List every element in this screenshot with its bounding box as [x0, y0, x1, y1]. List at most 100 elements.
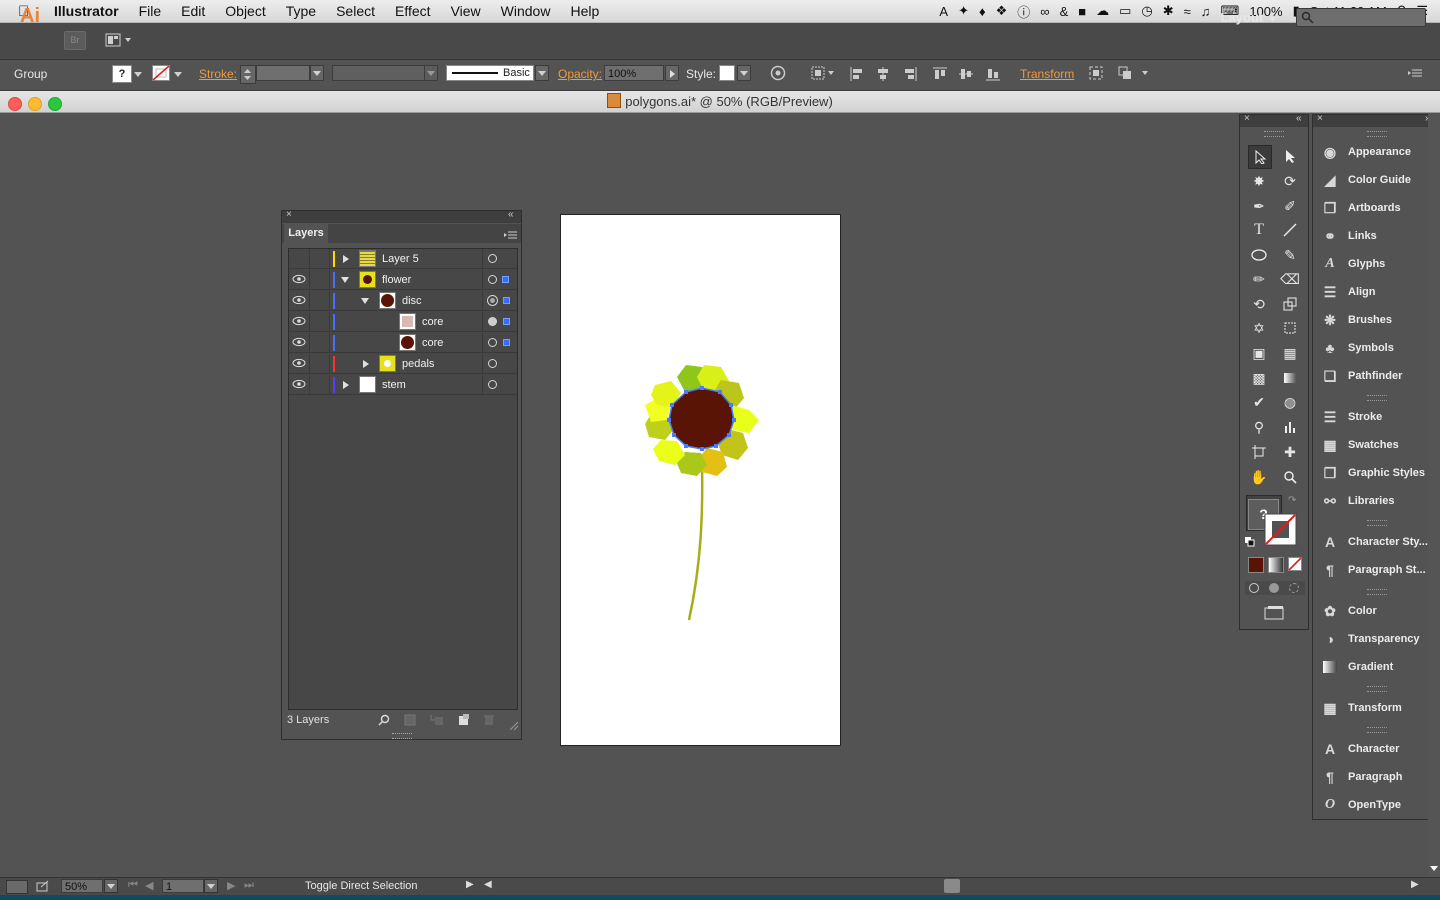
brush-dropdown[interactable] [535, 65, 549, 81]
align-horizontal-center-button[interactable] [876, 67, 890, 81]
stroke-swatch[interactable] [152, 65, 170, 81]
layers-panel-menu-button[interactable] [504, 229, 518, 239]
dock-links[interactable]: ⚭ Links [1321, 224, 1377, 248]
artboard-number-field[interactable]: 1 [162, 879, 204, 893]
align-left-button[interactable] [850, 67, 864, 81]
scroll-left-icon[interactable]: ◀ [484, 879, 492, 890]
blend-tool[interactable]: ◍ [1279, 391, 1301, 413]
status-message[interactable]: Toggle Direct Selection [305, 880, 418, 892]
panel-header[interactable]: × « [282, 209, 521, 223]
window-zoom-button[interactable] [48, 97, 62, 111]
lasso-tool[interactable]: ⟳ [1279, 170, 1301, 192]
gradient-mode-button[interactable] [1268, 557, 1284, 573]
dock-character-styles[interactable]: A Character Sty... [1321, 530, 1428, 554]
variable-width-profile[interactable] [332, 65, 426, 81]
dock-symbols[interactable]: ♣ Symbols [1321, 336, 1393, 360]
ellipse-tool[interactable] [1248, 244, 1270, 266]
selection-tool[interactable] [1248, 145, 1272, 169]
dock-transparency[interactable]: ◑ Transparency [1321, 627, 1420, 651]
next-artboard-icon[interactable]: ▶ [227, 879, 235, 892]
select-similar-button[interactable] [1118, 66, 1150, 80]
status-menu-arrow-icon[interactable]: ▶ [466, 879, 474, 890]
info-icon[interactable]: ⓘ [1017, 2, 1030, 21]
dock-graphic-styles[interactable]: ❐ Graphic Styles [1321, 461, 1425, 485]
paintbrush-tool[interactable]: ✎ [1279, 244, 1301, 266]
window-close-button[interactable] [8, 97, 22, 111]
arrange-documents-button[interactable] [105, 32, 133, 48]
hand-tool[interactable]: ✋ [1248, 466, 1270, 488]
layer-row-disc[interactable]: disc [289, 291, 517, 311]
layer-row-pedals[interactable]: pedals [289, 354, 517, 374]
layer-row-core[interactable]: core [289, 333, 517, 353]
stroke-color-swatch[interactable] [1264, 513, 1297, 546]
swap-fill-stroke-icon[interactable]: ↷ [1288, 495, 1300, 506]
close-icon[interactable]: × [1244, 113, 1250, 124]
visibility-eye-icon[interactable] [292, 378, 306, 390]
brush-definition[interactable]: Basic [446, 65, 534, 81]
dock-brushes[interactable]: ❋ Brushes [1321, 308, 1392, 332]
menu-select[interactable]: Select [326, 3, 385, 19]
opacity-slider-button[interactable] [665, 65, 679, 81]
isolate-selected-button[interactable] [1089, 66, 1103, 80]
slice-tool[interactable]: ✚ [1279, 441, 1301, 463]
dock-pathfinder[interactable]: ❏ Pathfinder [1321, 364, 1403, 388]
bridge-button[interactable]: Br [64, 31, 86, 50]
evernote-icon[interactable]: ♦ [979, 4, 986, 19]
dock-align[interactable]: ☰ Align [1321, 280, 1376, 304]
menu-window[interactable]: Window [491, 3, 561, 19]
menu-help[interactable]: Help [560, 3, 609, 19]
dock-stroke[interactable]: ☰ Stroke [1321, 405, 1383, 429]
panel-header[interactable]: × « [1240, 113, 1308, 127]
window-minimize-button[interactable] [28, 97, 42, 111]
visibility-eye-icon[interactable] [292, 336, 306, 348]
graphic-style-swatch[interactable] [719, 65, 735, 81]
layer-name[interactable]: Layer 5 [382, 253, 419, 265]
first-artboard-icon[interactable]: ⏮ [128, 879, 138, 892]
dock-paragraph-styles[interactable]: ¶ Paragraph St... [1321, 558, 1426, 582]
curvature-tool[interactable]: ✐ [1279, 195, 1301, 217]
dock-gradient[interactable]: Gradient [1321, 655, 1393, 679]
magic-wand-tool[interactable]: ✸ [1248, 170, 1270, 192]
horizontal-scroll-thumb[interactable] [944, 879, 960, 893]
collapse-arrow-icon[interactable] [361, 298, 369, 304]
share-button[interactable] [36, 880, 50, 892]
menu-type[interactable]: Type [276, 3, 326, 19]
layer-row-stem[interactable]: stem [289, 375, 517, 395]
width-tool[interactable]: ✡ [1248, 317, 1270, 339]
layer-name[interactable]: disc [402, 295, 422, 307]
control-panel-menu-button[interactable] [1408, 66, 1424, 80]
new-layer-button[interactable] [458, 714, 470, 726]
target-circle-icon[interactable] [487, 295, 498, 306]
eyedropper-tool[interactable]: ✔ [1248, 391, 1270, 413]
dock-paragraph[interactable]: ¶ Paragraph [1321, 765, 1402, 789]
twitter-icon[interactable]: ✦ [958, 3, 969, 19]
search-help-input[interactable] [1296, 8, 1426, 27]
selection-indicator[interactable] [503, 318, 510, 325]
stem-path[interactable] [687, 464, 704, 621]
selection-indicator[interactable] [503, 339, 510, 346]
cube-icon[interactable]: ■ [1078, 4, 1086, 19]
visibility-eye-icon[interactable] [292, 357, 306, 369]
panel-grip[interactable] [1367, 727, 1387, 733]
layer-name[interactable]: stem [382, 379, 406, 391]
rotate-tool[interactable]: ⟲ [1248, 293, 1270, 315]
align-top-button[interactable] [933, 67, 947, 81]
stroke-weight-field[interactable] [256, 65, 310, 81]
expand-arrow-icon[interactable] [343, 255, 349, 263]
visibility-eye-icon[interactable] [292, 273, 306, 285]
panel-grip[interactable] [1367, 395, 1387, 401]
eraser-tool[interactable]: ⌫ [1279, 268, 1301, 290]
collapse-icon[interactable]: « [508, 209, 514, 220]
dock-opentype[interactable]: O OpenType [1321, 793, 1401, 817]
collapse-icon[interactable]: « [1296, 113, 1302, 124]
align-vertical-center-button[interactable] [959, 67, 973, 81]
close-icon[interactable]: × [1317, 113, 1323, 124]
time-machine-icon[interactable]: ◷ [1141, 3, 1152, 19]
type-tool[interactable]: T [1248, 219, 1270, 241]
layer-row-flower[interactable]: flower [289, 270, 517, 290]
scroll-right-icon[interactable]: ▶ [1411, 879, 1419, 890]
layer-name[interactable]: core [422, 337, 443, 349]
draw-inside-button[interactable] [1289, 583, 1299, 593]
target-circle-icon[interactable] [488, 275, 497, 284]
workspace-switcher[interactable]: Layout ▾ [1221, 10, 1275, 25]
